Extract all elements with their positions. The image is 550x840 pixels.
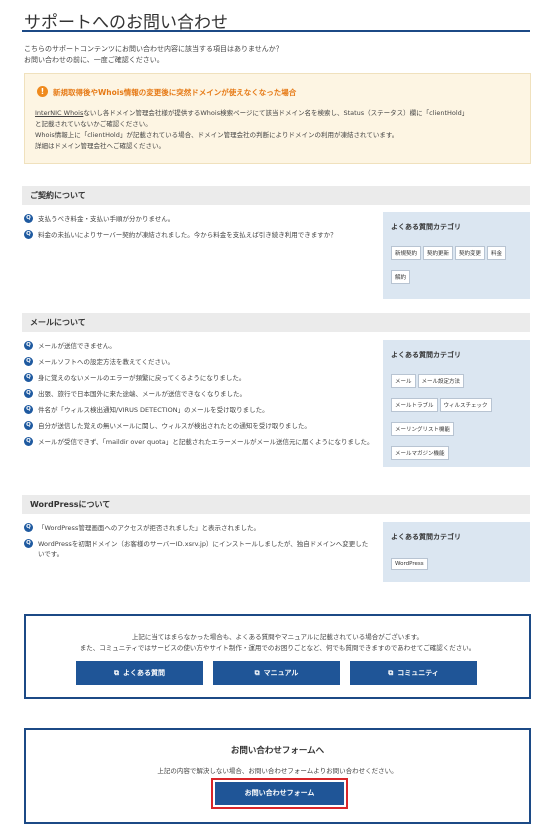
community-button[interactable]: ⧉ コミュニティ bbox=[350, 661, 477, 685]
title-divider bbox=[22, 30, 530, 32]
category-tags: メール メール設定方法 メールトラブル ウィルスチェック メーリングリスト機能 メー… bbox=[391, 368, 522, 464]
domain-alert: ! 新規取得後やWhois情報の変更後に突然ドメインが使えなくなった場合 Int… bbox=[24, 73, 531, 164]
external-link-icon: ⧉ bbox=[114, 669, 119, 677]
alert-body: InterNIC Whoisないし各ドメイン管理会社様が提供するWhois検索ペ… bbox=[35, 108, 525, 152]
question-item[interactable]: Q 自分が送信した覚えの無いメールに関し、ウィルスが検出されたとの通知を受け取りま… bbox=[24, 421, 374, 431]
question-item[interactable]: Q メールが受信できず、「maildir over quota」と記載されたエラー… bbox=[24, 437, 374, 447]
question-link[interactable]: メールソフトへの設定方法を教えてください。 bbox=[38, 358, 174, 366]
question-icon: Q bbox=[24, 214, 33, 223]
category-tag[interactable]: ウィルスチェック bbox=[439, 398, 492, 412]
category-tag[interactable]: メールトラブル bbox=[391, 398, 438, 412]
external-link-icon: ⧉ bbox=[388, 669, 394, 677]
resources-line: 上記に当てはまらなかった場合も、よくある質問やマニュアルに記載されている場合がご… bbox=[131, 633, 424, 641]
category-tag[interactable]: メール設定方法 bbox=[417, 374, 465, 388]
question-icon: Q bbox=[24, 373, 33, 382]
question-list-mail: Q メールが送信できません。 Q メールソフトへの設定方法を教えてください。 Q 身に… bbox=[24, 341, 374, 453]
question-link[interactable]: メールが受信できず、「maildir over quota」と記載されたエラーメ… bbox=[38, 438, 373, 446]
intro-line: こちらのサポートコンテンツにお問い合わせ内容に該当する項目はありませんか？ bbox=[24, 45, 283, 53]
question-icon: Q bbox=[24, 539, 33, 548]
category-tag[interactable]: 解約 bbox=[391, 270, 411, 284]
question-link[interactable]: 支払うべき料金・支払い手順が分かりません。 bbox=[38, 215, 174, 223]
section-heading-mail: メールについて bbox=[22, 313, 530, 332]
question-item[interactable]: Q WordPressを初期ドメイン（お客様のサーバーID.xsrv.jp）にイン… bbox=[24, 539, 374, 559]
question-link[interactable]: 料金の未払いによりサーバー契約が凍結されました。今から料金を支払えば引き続き利用… bbox=[38, 231, 337, 239]
community-button-label: コミュニティ bbox=[397, 669, 439, 677]
question-icon: Q bbox=[24, 341, 33, 350]
warning-icon: ! bbox=[37, 86, 48, 97]
category-tag[interactable]: 料金 bbox=[487, 246, 507, 260]
question-link[interactable]: WordPressを初期ドメイン（お客様のサーバーID.xsrv.jp）にインス… bbox=[38, 540, 368, 558]
intro-line: お問い合わせの前に、一度ご確認ください。 bbox=[24, 56, 164, 64]
category-tags: WordPress bbox=[391, 550, 522, 574]
contact-title: お問い合わせフォームへ bbox=[230, 746, 325, 756]
question-item[interactable]: Q 身に覚えのないメールのエラーが頻繁に戻ってくるようになりました。 bbox=[24, 373, 374, 383]
question-item[interactable]: Q 出張、旅行で日本国外に来た途端、メールが送信できなくなりました。 bbox=[24, 389, 374, 399]
question-item[interactable]: Q 「WordPress管理画面へのアクセスが拒否されました」と表示されました。 bbox=[24, 523, 374, 533]
question-link[interactable]: 「WordPress管理画面へのアクセスが拒否されました」と表示されました。 bbox=[38, 524, 260, 532]
category-tag[interactable]: メールマガジン機能 bbox=[391, 446, 449, 460]
resources-text: 上記に当てはまらなかった場合も、よくある質問やマニュアルに記載されている場合がご… bbox=[26, 632, 529, 654]
alert-text: と記載されていないかご確認ください。 bbox=[35, 120, 152, 128]
category-title: よくある質問カテゴリ bbox=[391, 533, 461, 541]
alert-text: ないし各ドメイン管理会社様が提供するWhois検索ページにて該当ドメイン名を検索… bbox=[83, 109, 469, 117]
question-link[interactable]: 身に覚えのないメールのエラーが頻繁に戻ってくるようになりました。 bbox=[38, 374, 245, 382]
contact-text: 上記の内容で解決しない場合、お問い合わせフォームよりお問い合わせください。 bbox=[157, 767, 398, 775]
alert-text: Whois情報上に「clientHold」が記載されている場合、ドメイン管理会社… bbox=[35, 131, 399, 139]
question-icon: Q bbox=[24, 437, 33, 446]
category-tag[interactable]: 契約変更 bbox=[455, 246, 486, 260]
resources-line: また、コミュニティではサービスの使い方やサイト制作・運用でのお困りごとなど、何で… bbox=[79, 644, 476, 652]
question-list-contract: Q 支払うべき料金・支払い手順が分かりません。 Q 料金の未払いによりサーバー契約が… bbox=[24, 214, 374, 246]
question-item[interactable]: Q 支払うべき料金・支払い手順が分かりません。 bbox=[24, 214, 374, 224]
section-heading-contract: ご契約について bbox=[22, 186, 530, 205]
category-title: よくある質問カテゴリ bbox=[391, 351, 461, 359]
category-tag[interactable]: 新規契約 bbox=[391, 246, 422, 260]
question-item[interactable]: Q 件名が「ウィルス検出通知/VIRUS DETECTION」のメールを受け取りま… bbox=[24, 405, 374, 415]
question-icon: Q bbox=[24, 523, 33, 532]
question-icon: Q bbox=[24, 405, 33, 414]
intro-text: こちらのサポートコンテンツにお問い合わせ内容に該当する項目はありませんか？ お問… bbox=[24, 44, 524, 66]
question-link[interactable]: 自分が送信した覚えの無いメールに関し、ウィルスが検出されたとの通知を受け取りまし… bbox=[38, 422, 311, 430]
internic-whois-link[interactable]: InterNIC Whois bbox=[35, 109, 83, 117]
contact-form-highlight: お問い合わせフォーム bbox=[211, 778, 348, 809]
resources-box: 上記に当てはまらなかった場合も、よくある質問やマニュアルに記載されている場合がご… bbox=[24, 614, 531, 699]
manual-button[interactable]: ⧉ マニュアル bbox=[213, 661, 340, 685]
alert-heading: 新規取得後やWhois情報の変更後に突然ドメインが使えなくなった場合 bbox=[53, 88, 297, 97]
question-link[interactable]: 出張、旅行で日本国外に来た途端、メールが送信できなくなりました。 bbox=[38, 390, 246, 398]
question-item[interactable]: Q メールソフトへの設定方法を教えてください。 bbox=[24, 357, 374, 367]
question-icon: Q bbox=[24, 389, 33, 398]
question-link[interactable]: 件名が「ウィルス検出通知/VIRUS DETECTION」のメールを受け取りまし… bbox=[38, 406, 269, 414]
question-item[interactable]: Q メールが送信できません。 bbox=[24, 341, 374, 351]
category-tag[interactable]: メーリングリスト機能 bbox=[391, 422, 455, 436]
category-panel-wordpress: よくある質問カテゴリ WordPress bbox=[383, 522, 530, 582]
question-item[interactable]: Q 料金の未払いによりサーバー契約が凍結されました。今から料金を支払えば引き続き利… bbox=[24, 230, 374, 240]
contact-box: お問い合わせフォームへ 上記の内容で解決しない場合、お問い合わせフォームよりお問… bbox=[24, 728, 531, 824]
category-tags: 新規契約 契約更新 契約変更 料金解約 bbox=[391, 240, 522, 288]
category-panel-mail: よくある質問カテゴリ メール メール設定方法 メールトラブル ウィルスチェック メー… bbox=[383, 340, 530, 467]
category-title: よくある質問カテゴリ bbox=[391, 223, 461, 231]
question-link[interactable]: メールが送信できません。 bbox=[38, 342, 116, 350]
faq-button[interactable]: ⧉ よくある質問 bbox=[76, 661, 203, 685]
contact-form-button[interactable]: お問い合わせフォーム bbox=[215, 782, 344, 805]
manual-button-label: マニュアル bbox=[263, 669, 299, 677]
question-icon: Q bbox=[24, 421, 33, 430]
question-list-wordpress: Q 「WordPress管理画面へのアクセスが拒否されました」と表示されました。 … bbox=[24, 523, 374, 565]
category-tag[interactable]: WordPress bbox=[391, 558, 428, 570]
category-tag[interactable]: メール bbox=[391, 374, 416, 388]
section-heading-wordpress: WordPressについて bbox=[22, 495, 530, 514]
faq-button-label: よくある質問 bbox=[123, 669, 165, 677]
question-icon: Q bbox=[24, 230, 33, 239]
category-panel-contract: よくある質問カテゴリ 新規契約 契約更新 契約変更 料金解約 bbox=[383, 212, 530, 299]
alert-text: 詳細はドメイン管理会社へご確認ください。 bbox=[35, 142, 165, 150]
question-icon: Q bbox=[24, 357, 33, 366]
external-link-icon: ⧉ bbox=[254, 669, 260, 677]
category-tag[interactable]: 契約更新 bbox=[423, 246, 454, 260]
